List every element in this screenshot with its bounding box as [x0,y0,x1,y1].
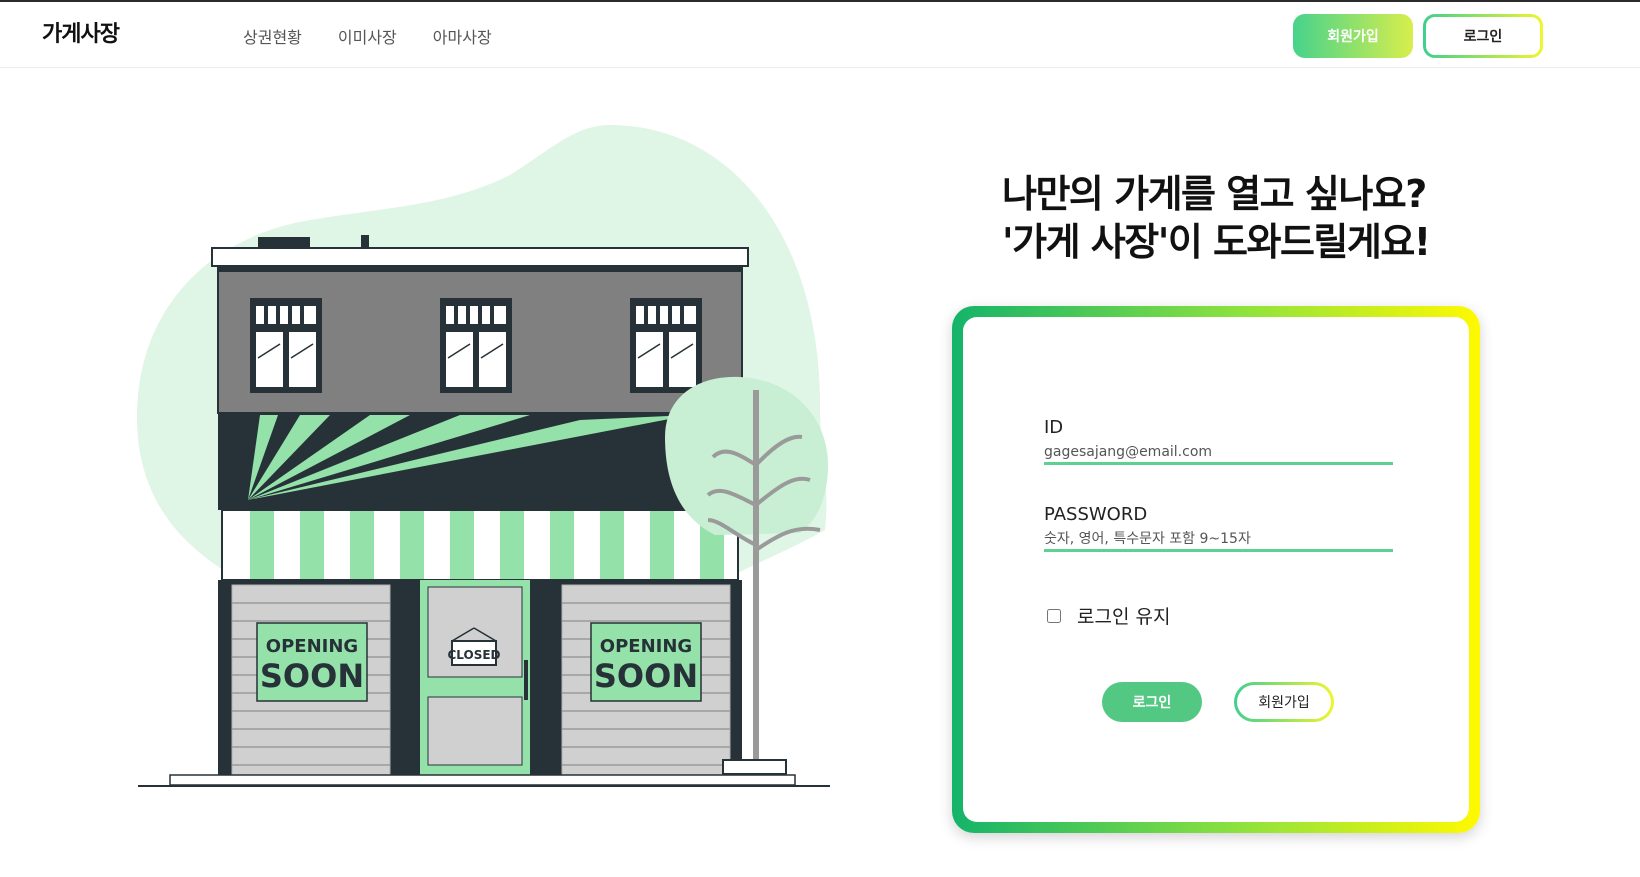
keep-login-label: 로그인 유지 [1077,606,1171,628]
login-form: ID PASSWORD 로그인 유지 로그인 회원가입 [963,317,1469,822]
opening-soon-sign-left: OPENING SOON [256,622,368,702]
site-logo[interactable]: 가게사장 [42,16,120,48]
svg-text:OPENING: OPENING [600,636,692,657]
hero-line-2: '가게 사장'이 도와드릴게요! [1002,220,1431,264]
closed-sign-text: CLOSED [447,648,500,662]
id-label: ID [1044,417,1064,438]
opening-soon-sign-right: OPENING SOON [590,622,702,702]
nav-item-current-owner[interactable]: 이미사장 [338,24,397,48]
site-header: 가게사장 상권현황 이미사장 아마사장 회원가입 로그인 [0,2,1640,68]
storefront-illustration: CLOSED OPENING SOON OPENING SOON [136,125,830,787]
login-card: ID PASSWORD 로그인 유지 로그인 회원가입 [952,306,1480,833]
header-signup-button[interactable]: 회원가입 [1293,14,1413,58]
keep-login-row[interactable]: 로그인 유지 [1047,602,1170,629]
header-login-button[interactable]: 로그인 [1423,14,1543,58]
main-nav: 상권현황 이미사장 아마사장 [243,24,492,48]
nav-item-future-owner[interactable]: 아마사장 [433,24,492,48]
id-input[interactable] [1044,442,1393,465]
nav-item-market-status[interactable]: 상권현황 [243,24,302,48]
upper-windows [250,298,702,393]
signup-button[interactable]: 회원가입 [1234,682,1334,722]
hero-headline: 나만의 가게를 열고 싶나요? '가게 사장'이 도와드릴게요! [1002,170,1431,266]
keep-login-checkbox[interactable] [1047,608,1061,623]
hero-line-1: 나만의 가게를 열고 싶나요? [1002,172,1427,216]
password-label: PASSWORD [1044,504,1148,525]
svg-text:SOON: SOON [260,657,364,695]
svg-text:SOON: SOON [594,657,698,695]
password-input[interactable] [1044,529,1393,552]
login-button[interactable]: 로그인 [1102,682,1202,722]
svg-text:OPENING: OPENING [266,636,358,657]
